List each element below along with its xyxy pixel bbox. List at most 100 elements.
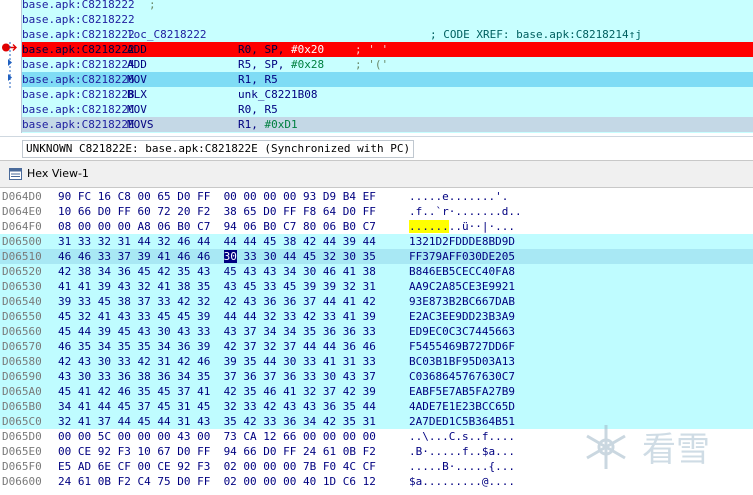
hex-row-ascii[interactable]: 93E873B2BC667DAB — [409, 294, 515, 309]
hex-row-ascii[interactable]: AA9C2A85CE3E9921 — [409, 279, 515, 294]
hex-row[interactable]: D06550 45 32 41 43 33 45 45 39 44 44 32 3… — [0, 309, 753, 324]
hex-row-ascii[interactable]: .f..`r·.......d.. — [409, 204, 522, 219]
hex-row-bytes[interactable]: 08 00 00 00 A8 06 B0 C7 94 06 B0 C7 80 0… — [58, 219, 376, 234]
hex-row-ascii[interactable]: F5455469B727DD6F — [409, 339, 515, 354]
disasm-address: base.apk:C8218222 — [22, 0, 135, 11]
hex-row[interactable]: D064F0 08 00 00 00 A8 06 B0 C7 94 06 B0 C… — [0, 219, 753, 234]
hex-row-ascii[interactable]: ........ü··|·... — [409, 219, 515, 234]
disasm-line[interactable]: base.apk:C821822E MOVS R1, #0xD1 — [22, 117, 753, 132]
disasm-line[interactable]: base.apk:C821822C MOV R0, R5 — [22, 102, 753, 117]
disasm-address: base.apk:C8218228 — [22, 88, 135, 101]
disasm-operands: unk_C8221B08 — [238, 87, 317, 102]
hex-row[interactable]: D06500 31 33 32 31 44 32 46 44 44 44 45 3… — [0, 234, 753, 249]
hex-row-bytes[interactable]: 45 44 39 45 43 30 43 33 43 37 34 34 35 3… — [58, 324, 376, 339]
hex-row-bytes[interactable]: 46 46 33 37 39 41 46 46 30 33 30 44 45 3… — [58, 249, 376, 264]
hex-row[interactable]: D064E0 10 66 D0 FF 60 72 20 F2 38 65 D0 F… — [0, 204, 753, 219]
hex-row-address: D06560 — [2, 325, 42, 338]
hex-row-address: D06510 — [2, 250, 42, 263]
disasm-line[interactable]: base.apk:C8218222 — [22, 12, 753, 27]
hex-row-address: D06530 — [2, 280, 42, 293]
hex-view-title: Hex View-1 — [27, 167, 89, 180]
hex-row-ascii[interactable]: .....B·.....{... — [409, 459, 515, 474]
hex-row-address: D06570 — [2, 340, 42, 353]
disasm-mnemonic: BLX — [127, 88, 147, 101]
operand-text: R0, R5 — [238, 103, 278, 116]
disasm-operands: R0, R5 — [238, 102, 278, 117]
execution-arrows-icon — [2, 42, 17, 88]
disasm-line[interactable]: base.apk:C8218222 ADD R0, SP, #0x20 ; ' ' — [22, 42, 753, 57]
hex-row[interactable]: D06520 42 38 34 36 45 42 35 43 45 43 43 3… — [0, 264, 753, 279]
hex-row-ascii[interactable]: 1321D2FDDDE8BD9D — [409, 234, 515, 249]
hex-row-ascii[interactable]: .....e.......'. — [409, 189, 508, 204]
hex-row-bytes[interactable]: 39 33 45 38 37 33 42 32 42 43 36 36 37 4… — [58, 294, 376, 309]
hex-row-address: D064E0 — [2, 205, 42, 218]
hex-row[interactable]: D06530 41 41 39 43 32 41 38 35 43 45 33 4… — [0, 279, 753, 294]
breakpoint-gutter[interactable] — [0, 0, 22, 133]
disasm-mnemonic: MOV — [127, 103, 147, 116]
disasm-mnemonic: MOV — [127, 73, 147, 86]
disasm-operands: R0, SP, #0x20 — [238, 42, 324, 57]
hex-row-ascii[interactable]: C0368645767630C7 — [409, 369, 515, 384]
hex-view-titlebar[interactable]: Hex View-1 — [0, 160, 753, 188]
hex-row-ascii[interactable]: 4ADE7E1E23BCC65D — [409, 399, 515, 414]
hex-row[interactable]: D06510 46 46 33 37 39 41 46 46 30 33 30 4… — [0, 249, 753, 264]
hex-row[interactable]: D06560 45 44 39 45 43 30 43 33 43 37 34 3… — [0, 324, 753, 339]
hex-row-ascii[interactable]: .B·.....f..$a... — [409, 444, 515, 459]
hex-row[interactable]: D064D0 90 FC 16 C8 00 65 D0 FF 00 00 00 0… — [0, 189, 753, 204]
hex-row[interactable]: D06580 42 43 30 33 42 31 42 46 39 35 44 3… — [0, 354, 753, 369]
hex-row-address: D064F0 — [2, 220, 42, 233]
disasm-label: loc_C8218222 — [127, 28, 207, 41]
hex-row-ascii[interactable]: ED9EC0C3C7445663 — [409, 324, 515, 339]
hex-row-bytes[interactable]: 31 33 32 31 44 32 46 44 44 44 45 38 42 4… — [58, 234, 376, 249]
hex-row-ascii[interactable]: FF379AFF030DE205 — [409, 249, 515, 264]
hex-row-bytes[interactable]: 90 FC 16 C8 00 65 D0 FF 00 00 00 00 93 D… — [58, 189, 376, 204]
hex-row-ascii[interactable]: E2AC3EE9DD23B3A9 — [409, 309, 515, 324]
hex-row[interactable]: D06540 39 33 45 38 37 33 42 32 42 43 36 3… — [0, 294, 753, 309]
ascii-rest: ..ü··|·... — [448, 220, 515, 233]
hex-cursor-byte[interactable]: 30 — [223, 250, 237, 263]
hex-row-bytes[interactable]: 42 43 30 33 42 31 42 46 39 35 44 30 33 4… — [58, 354, 376, 369]
disasm-comment: ; ' ' — [355, 43, 389, 56]
hex-row-bytes[interactable]: 41 41 39 43 32 41 38 35 43 45 33 45 39 3… — [58, 279, 376, 294]
hex-row-bytes[interactable]: 45 41 42 46 35 45 37 41 42 35 46 41 32 3… — [58, 384, 376, 399]
hex-row-address: D065B0 — [2, 400, 42, 413]
hex-row-bytes[interactable]: 32 41 37 44 45 44 31 43 35 42 33 36 34 4… — [58, 414, 376, 429]
hex-row-bytes[interactable]: 46 35 34 35 35 34 36 39 42 37 32 37 44 4… — [58, 339, 376, 354]
hex-row-address: D065C0 — [2, 415, 42, 428]
hex-row[interactable]: D06570 46 35 34 35 35 34 36 39 42 37 32 3… — [0, 339, 753, 354]
hex-row-bytes[interactable]: 42 38 34 36 45 42 35 43 45 43 43 34 30 4… — [58, 264, 376, 279]
hex-row-bytes[interactable]: 00 CE 92 F3 10 67 D0 FF 94 66 D0 FF 24 6… — [58, 444, 376, 459]
hex-row-ascii[interactable]: EABF5E7AB5FA27B9 — [409, 384, 515, 399]
disassembly-view[interactable]: base.apk:C8218222; base.apk:C8218222 base.… — [0, 0, 753, 133]
hex-row-ascii[interactable]: B846EB5CECC40FA8 — [409, 264, 515, 279]
hex-row-bytes[interactable]: 24 61 0B F2 C4 75 D0 FF 02 00 00 00 40 1… — [58, 474, 376, 489]
disasm-line[interactable]: base.apk:C8218226 MOV R1, R5 — [22, 72, 753, 87]
hex-row[interactable]: D06590 43 30 33 36 38 36 34 35 37 36 37 3… — [0, 369, 753, 384]
hex-row[interactable]: D065B0 34 41 44 45 37 45 31 45 32 33 42 4… — [0, 399, 753, 414]
hex-row-bytes[interactable]: 10 66 D0 FF 60 72 20 F2 38 65 D0 FF F8 6… — [58, 204, 376, 219]
hex-row-bytes[interactable]: 00 00 5C 00 00 00 43 00 73 CA 12 66 00 0… — [58, 429, 376, 444]
hex-row-address: D065D0 — [2, 430, 42, 443]
hex-row-ascii[interactable]: $a.........@.... — [409, 474, 515, 489]
hex-row-bytes[interactable]: 34 41 44 45 37 45 31 45 32 33 42 43 43 3… — [58, 399, 376, 414]
disasm-comment: ; — [149, 0, 156, 11]
hex-row-ascii[interactable]: ..\...C.s..f.... — [409, 429, 515, 444]
disasm-address: base.apk:C8218222 — [22, 43, 135, 56]
hex-row-bytes[interactable]: 43 30 33 36 38 36 34 35 37 36 37 36 33 3… — [58, 369, 376, 384]
disasm-address: base.apk:C8218222 — [22, 13, 135, 26]
operand-text: unk_C8221B08 — [238, 88, 318, 101]
disasm-line[interactable]: base.apk:C8218224 ADD R5, SP, #0x28 ; '(' — [22, 57, 753, 72]
operand-text: R0, SP, — [238, 43, 291, 56]
disasm-line[interactable]: base.apk:C8218222; — [22, 0, 753, 12]
disasm-line[interactable]: base.apk:C8218228 BLX unk_C8221B08 — [22, 87, 753, 102]
disasm-address: base.apk:C8218226 — [22, 73, 135, 86]
hex-row-ascii[interactable]: BC03B1BF95D03A13 — [409, 354, 515, 369]
operand-immediate: #0x28 — [290, 58, 325, 71]
hex-row-bytes[interactable]: 45 32 41 43 33 45 45 39 44 44 32 33 42 3… — [58, 309, 376, 324]
hex-row-bytes[interactable]: E5 AD 6E CF 00 CE 92 F3 02 00 00 00 7B F… — [58, 459, 376, 474]
watermark-text: 看雪 — [642, 430, 710, 470]
hex-row[interactable]: D065A0 45 41 42 46 35 45 37 41 42 35 46 4… — [0, 384, 753, 399]
disasm-line[interactable]: base.apk:C8218222 loc_C8218222 ; CODE XREF… — [22, 27, 753, 42]
hex-row-address: D06500 — [2, 235, 42, 248]
hex-row-ascii[interactable]: 2A7DED1C5B364B51 — [409, 414, 515, 429]
